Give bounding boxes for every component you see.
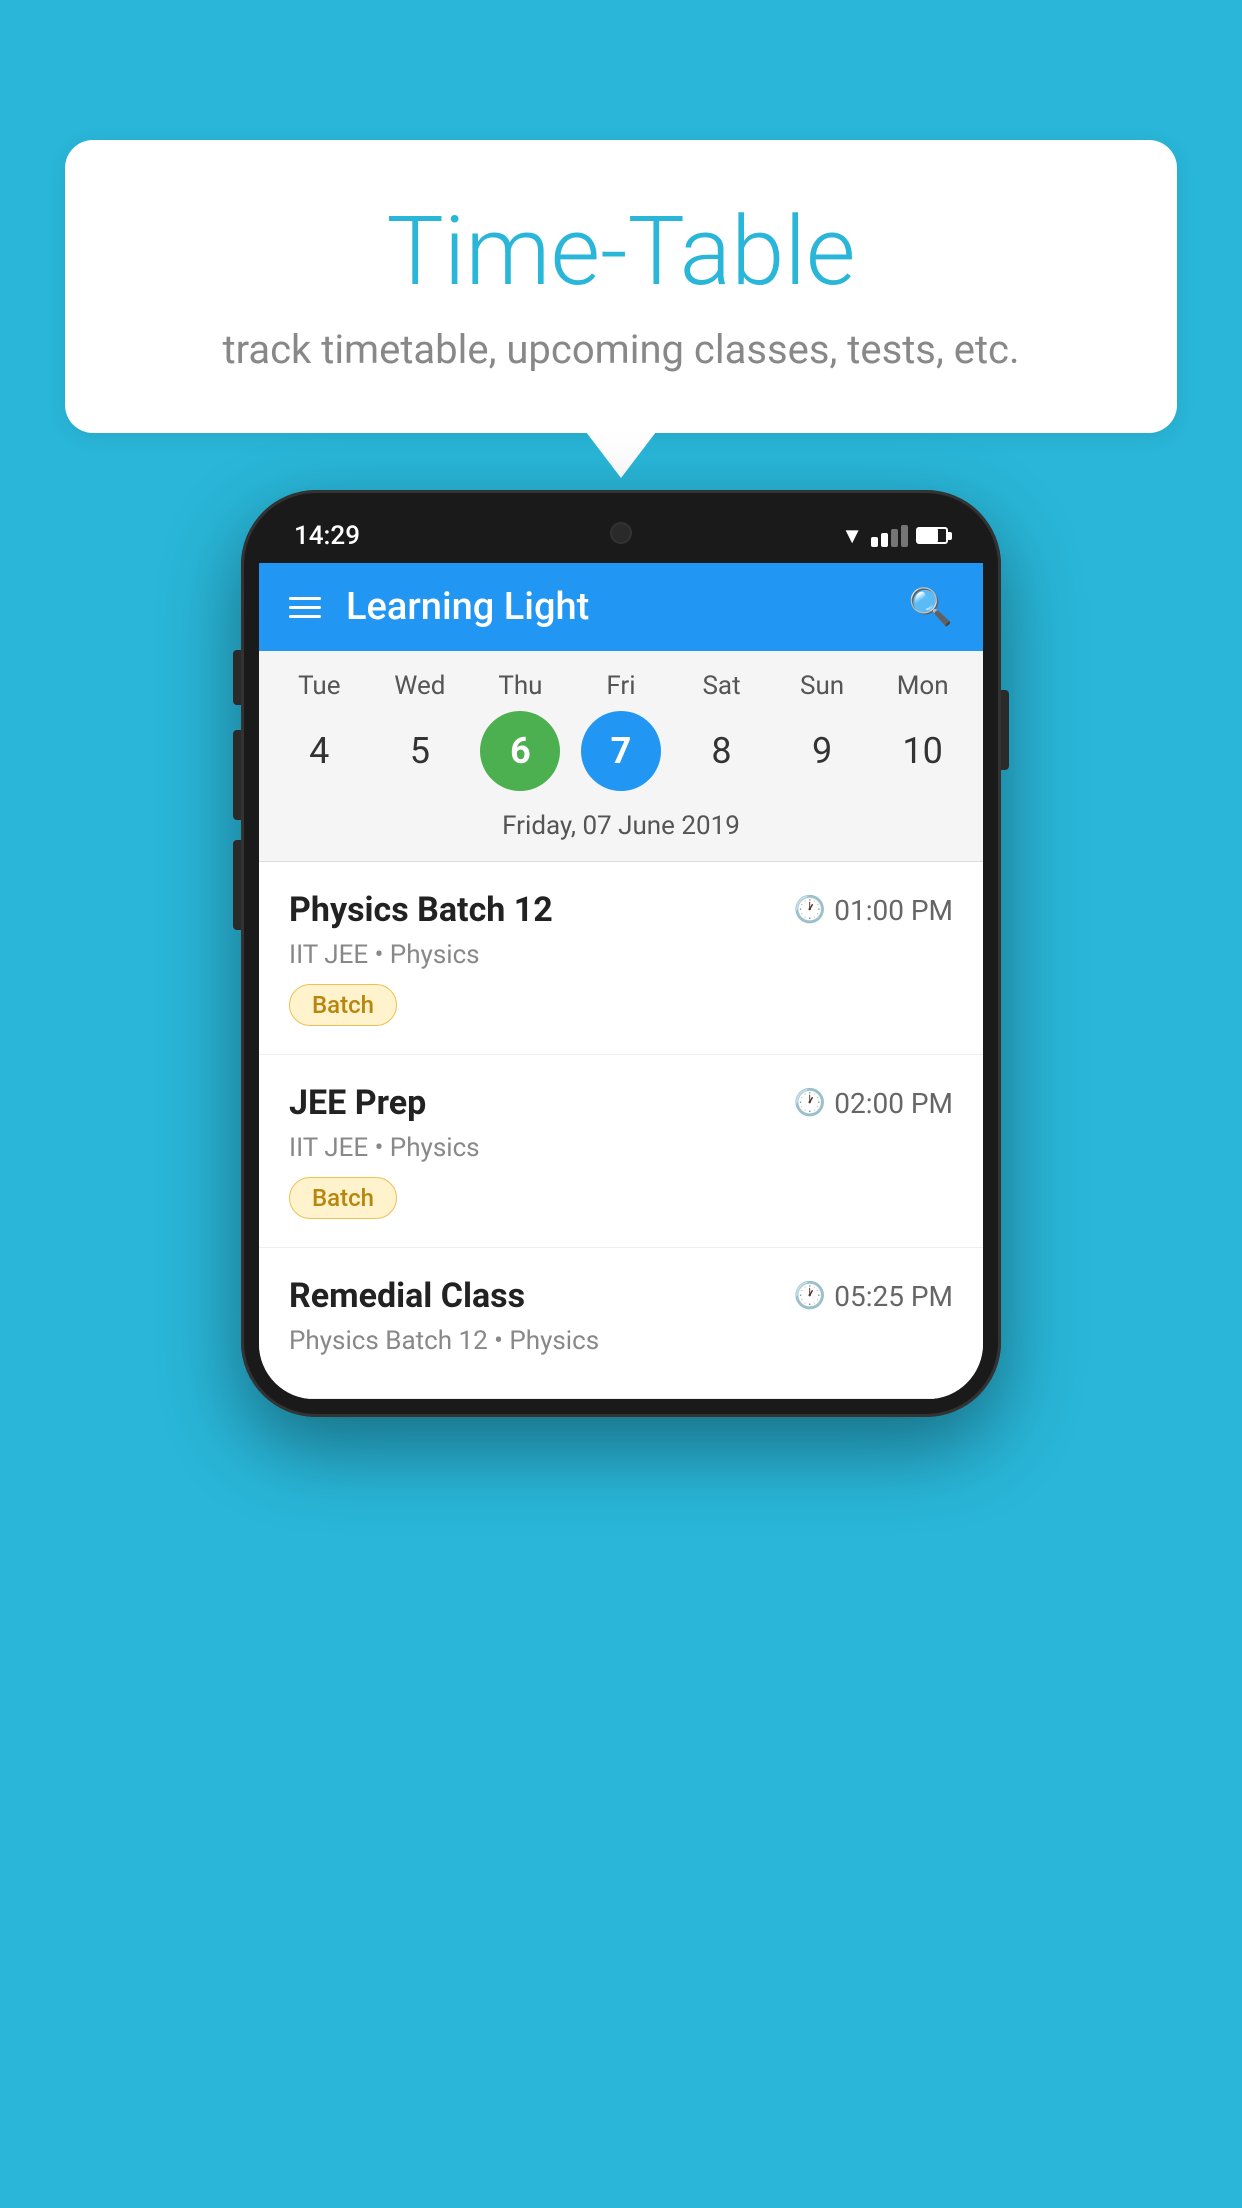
calendar-strip: Tue Wed Thu Fri Sat Sun Mon 4 5 6 7 8 9 … bbox=[259, 651, 983, 862]
schedule-item-2-subtitle: IIT JEE • Physics bbox=[289, 1133, 953, 1163]
bubble-subtitle: track timetable, upcoming classes, tests… bbox=[125, 326, 1117, 373]
bubble-title: Time-Table bbox=[125, 200, 1117, 306]
status-icons: ▼ bbox=[841, 523, 948, 549]
day-8[interactable]: 8 bbox=[682, 711, 762, 791]
schedule-item-3-time: 🕐 05:25 PM bbox=[794, 1280, 953, 1313]
camera-lens bbox=[610, 522, 632, 544]
day-header-fri: Fri bbox=[581, 671, 661, 701]
day-9[interactable]: 9 bbox=[782, 711, 862, 791]
schedule-item-1-title: Physics Batch 12 bbox=[289, 890, 553, 930]
search-icon[interactable]: 🔍 bbox=[908, 586, 953, 628]
schedule-item-1[interactable]: Physics Batch 12 🕐 01:00 PM IIT JEE • Ph… bbox=[259, 862, 983, 1055]
day-6-today[interactable]: 6 bbox=[480, 711, 560, 791]
day-5[interactable]: 5 bbox=[380, 711, 460, 791]
day-header-mon: Mon bbox=[883, 671, 963, 701]
speech-bubble-container: Time-Table track timetable, upcoming cla… bbox=[65, 140, 1177, 433]
phone-notch bbox=[541, 508, 701, 558]
phone-screen: Learning Light 🔍 Tue Wed Thu Fri Sat Sun… bbox=[259, 563, 983, 1399]
schedule-item-3-time-text: 05:25 PM bbox=[834, 1280, 953, 1313]
day-header-sun: Sun bbox=[782, 671, 862, 701]
day-10[interactable]: 10 bbox=[883, 711, 963, 791]
volume-up-button bbox=[233, 730, 241, 820]
clock-icon-2: 🕐 bbox=[794, 1088, 826, 1118]
day-7-selected[interactable]: 7 bbox=[581, 711, 661, 791]
schedule-item-3[interactable]: Remedial Class 🕐 05:25 PM Physics Batch … bbox=[259, 1248, 983, 1399]
schedule-item-1-time: 🕐 01:00 PM bbox=[794, 894, 953, 927]
schedule-item-3-title: Remedial Class bbox=[289, 1276, 525, 1316]
signal-icon bbox=[871, 525, 908, 547]
clock-icon-3: 🕐 bbox=[794, 1281, 826, 1311]
power-button bbox=[233, 650, 241, 705]
day-header-sat: Sat bbox=[682, 671, 762, 701]
schedule-item-2[interactable]: JEE Prep 🕐 02:00 PM IIT JEE • Physics Ba… bbox=[259, 1055, 983, 1248]
schedule-item-1-time-text: 01:00 PM bbox=[834, 894, 953, 927]
phone-mockup: 14:29 ▼ Learning Light bbox=[241, 490, 1001, 1417]
schedule-item-3-header: Remedial Class 🕐 05:25 PM bbox=[289, 1276, 953, 1316]
selected-date-label: Friday, 07 June 2019 bbox=[259, 801, 983, 862]
schedule-item-2-time: 🕐 02:00 PM bbox=[794, 1087, 953, 1120]
day-numbers: 4 5 6 7 8 9 10 bbox=[259, 701, 983, 801]
battery-icon bbox=[916, 527, 948, 544]
schedule-item-2-header: JEE Prep 🕐 02:00 PM bbox=[289, 1083, 953, 1123]
volume-down-button bbox=[233, 840, 241, 930]
schedule-item-2-badge: Batch bbox=[289, 1177, 397, 1219]
status-bar: 14:29 ▼ bbox=[259, 508, 983, 563]
app-bar: Learning Light 🔍 bbox=[259, 563, 983, 651]
day-header-thu: Thu bbox=[480, 671, 560, 701]
clock-icon-1: 🕐 bbox=[794, 895, 826, 925]
day-headers: Tue Wed Thu Fri Sat Sun Mon bbox=[259, 671, 983, 701]
app-title: Learning Light bbox=[346, 585, 883, 629]
status-time: 14:29 bbox=[294, 521, 360, 551]
speech-bubble: Time-Table track timetable, upcoming cla… bbox=[65, 140, 1177, 433]
wifi-icon: ▼ bbox=[841, 523, 863, 549]
day-header-tue: Tue bbox=[279, 671, 359, 701]
schedule-item-2-time-text: 02:00 PM bbox=[834, 1087, 953, 1120]
schedule-item-3-subtitle: Physics Batch 12 • Physics bbox=[289, 1326, 953, 1356]
volume-button-right bbox=[1001, 690, 1009, 770]
schedule-item-1-subtitle: IIT JEE • Physics bbox=[289, 940, 953, 970]
day-header-wed: Wed bbox=[380, 671, 460, 701]
day-4[interactable]: 4 bbox=[279, 711, 359, 791]
schedule-item-1-badge: Batch bbox=[289, 984, 397, 1026]
schedule-item-2-title: JEE Prep bbox=[289, 1083, 426, 1123]
phone-outer: 14:29 ▼ Learning Light bbox=[241, 490, 1001, 1417]
menu-button[interactable] bbox=[289, 597, 321, 618]
schedule-item-1-header: Physics Batch 12 🕐 01:00 PM bbox=[289, 890, 953, 930]
